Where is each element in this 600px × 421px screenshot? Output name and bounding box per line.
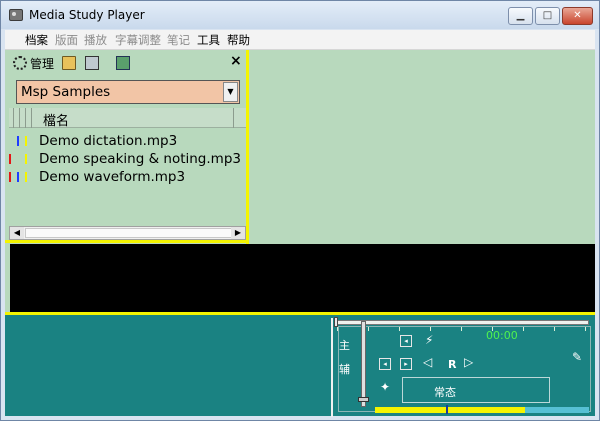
mode-label: 常态 bbox=[434, 386, 456, 399]
panel-toolbar: 管理 × bbox=[5, 50, 246, 76]
previous-icon[interactable]: ◂ bbox=[400, 335, 412, 347]
status-mark bbox=[17, 172, 19, 182]
splitter-vertical[interactable] bbox=[246, 50, 249, 244]
play-icon[interactable]: ▸ bbox=[400, 358, 412, 370]
column-header-filename[interactable]: 檔名 bbox=[43, 110, 69, 129]
back-arrow-icon[interactable]: ◁ bbox=[423, 355, 432, 369]
folder-open-icon[interactable] bbox=[62, 56, 76, 70]
wand-icon[interactable]: ✦ bbox=[380, 380, 390, 394]
microphone-icon[interactable]: ✎ bbox=[572, 350, 582, 364]
header-cell[interactable] bbox=[9, 108, 14, 128]
window-title: Media Study Player bbox=[29, 8, 145, 22]
list-item-label: Demo dictation.mp3 bbox=[39, 133, 178, 149]
menu-subtitle-adjust[interactable]: 字幕调整 bbox=[115, 32, 161, 48]
tree-icon[interactable] bbox=[116, 56, 130, 70]
status-mark bbox=[25, 136, 27, 146]
app-logo-icon bbox=[9, 9, 23, 21]
video-area bbox=[10, 244, 595, 312]
close-panel-button[interactable]: × bbox=[230, 53, 242, 69]
header-cell[interactable] bbox=[27, 108, 32, 128]
collection-select[interactable]: Msp Samples ▼ bbox=[16, 80, 240, 104]
header-cell[interactable] bbox=[21, 108, 26, 128]
menu-file[interactable]: 档案 bbox=[25, 32, 48, 48]
title-bar[interactable]: Media Study Player ▁ □ ✕ bbox=[1, 1, 599, 29]
position-slider-thumb[interactable] bbox=[334, 317, 338, 327]
aux-track-label: 辅 bbox=[339, 363, 350, 376]
menu-playback[interactable]: 播放 bbox=[84, 32, 107, 48]
file-list-header: 檔名 bbox=[9, 108, 246, 129]
status-mark bbox=[9, 154, 11, 164]
mode-display[interactable]: 常态 bbox=[402, 377, 550, 403]
menu-layout[interactable]: 版面 bbox=[55, 32, 78, 48]
menu-help[interactable]: 帮助 bbox=[227, 32, 250, 48]
header-cell[interactable] bbox=[15, 108, 20, 128]
list-item-label: Demo speaking & noting.mp3 bbox=[39, 151, 241, 167]
menu-tools[interactable]: 工具 bbox=[197, 32, 220, 48]
menu-notes[interactable]: 笔记 bbox=[167, 32, 190, 48]
gear-icon[interactable] bbox=[13, 56, 27, 70]
level-meter bbox=[375, 407, 589, 413]
manage-button[interactable]: 管理 bbox=[30, 55, 54, 72]
horizontal-scrollbar[interactable]: ◀ ▶ bbox=[9, 226, 246, 240]
volume-slider-thumb[interactable] bbox=[358, 397, 369, 402]
list-item[interactable]: Demo dictation.mp3 bbox=[9, 132, 246, 150]
repeat-button[interactable]: R bbox=[448, 358, 456, 371]
scroll-right-icon[interactable]: ▶ bbox=[231, 227, 245, 239]
flash-icon[interactable]: ⚡ bbox=[425, 333, 433, 347]
splitter-horizontal[interactable] bbox=[5, 240, 249, 243]
volume-slider[interactable] bbox=[361, 321, 366, 407]
status-mark bbox=[25, 172, 27, 182]
time-readout: 00:00 bbox=[486, 329, 518, 342]
scroll-left-icon[interactable]: ◀ bbox=[10, 227, 24, 239]
status-mark bbox=[9, 172, 11, 182]
disk-icon[interactable] bbox=[85, 56, 99, 70]
column-divider bbox=[233, 108, 234, 128]
rewind-icon[interactable]: ◂ bbox=[379, 358, 391, 370]
collection-select-value: Msp Samples bbox=[21, 84, 111, 100]
level-marker bbox=[446, 405, 448, 414]
list-item[interactable]: Demo waveform.mp3 bbox=[9, 168, 246, 186]
main-track-label: 主 bbox=[339, 339, 350, 352]
minimize-button[interactable]: ▁ bbox=[508, 7, 533, 25]
file-panel: 管理 × Msp Samples ▼ 檔名 Demo dictation.mp3… bbox=[5, 50, 246, 242]
forward-arrow-icon[interactable]: ▷ bbox=[464, 355, 473, 369]
list-item[interactable]: Demo speaking & noting.mp3 bbox=[9, 150, 246, 168]
close-window-button[interactable]: ✕ bbox=[562, 7, 593, 25]
position-slider[interactable] bbox=[335, 320, 589, 325]
slider-ticks bbox=[337, 327, 587, 331]
status-mark bbox=[25, 154, 27, 164]
list-item-label: Demo waveform.mp3 bbox=[39, 169, 186, 185]
maximize-button[interactable]: □ bbox=[535, 7, 560, 25]
scroll-thumb[interactable] bbox=[25, 228, 239, 238]
menu-bar: 档案 版面 播放 字幕调整 笔记 工具 帮助 bbox=[5, 30, 595, 50]
app-window: Media Study Player ▁ □ ✕ 档案 版面 播放 字幕调整 笔… bbox=[0, 0, 600, 421]
chevron-down-icon[interactable]: ▼ bbox=[223, 82, 238, 102]
status-mark bbox=[17, 136, 19, 146]
